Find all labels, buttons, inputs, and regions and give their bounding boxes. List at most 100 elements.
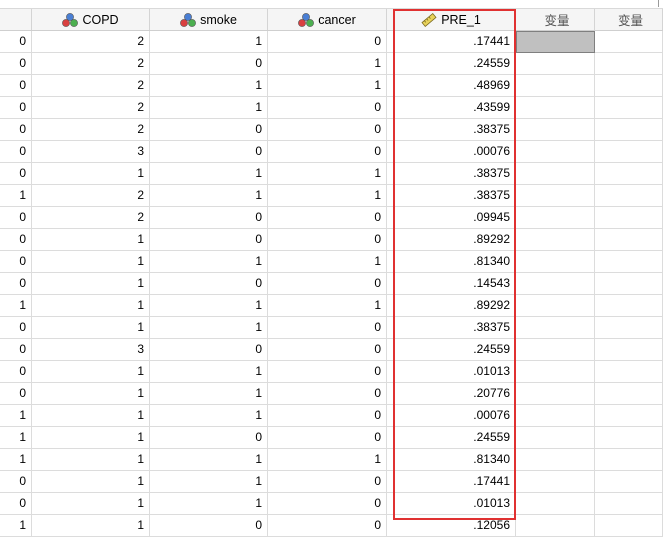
data-cell[interactable] — [595, 493, 663, 515]
data-cell[interactable]: 1 — [150, 295, 268, 317]
data-cell[interactable] — [595, 207, 663, 229]
data-cell[interactable]: 0 — [268, 471, 387, 493]
data-cell[interactable] — [516, 251, 595, 273]
data-cell[interactable] — [516, 449, 595, 471]
data-cell[interactable]: 0 — [150, 119, 268, 141]
data-cell[interactable]: .17441 — [387, 31, 516, 53]
data-cell[interactable]: 0 — [268, 383, 387, 405]
data-cell[interactable]: 1 — [150, 185, 268, 207]
data-cell[interactable]: 0 — [268, 229, 387, 251]
data-cell[interactable] — [595, 185, 663, 207]
data-cell[interactable]: .24559 — [387, 339, 516, 361]
row-number-header[interactable] — [0, 9, 32, 30]
data-cell[interactable]: 1 — [150, 383, 268, 405]
data-cell[interactable]: 0 — [268, 273, 387, 295]
data-cell[interactable]: 1 — [32, 383, 150, 405]
data-cell[interactable]: 1 — [268, 295, 387, 317]
data-cell[interactable]: 2 — [32, 53, 150, 75]
data-cell[interactable]: 0 — [268, 141, 387, 163]
data-cell[interactable]: 0 — [0, 317, 32, 339]
data-cell[interactable]: 1 — [150, 471, 268, 493]
data-cell[interactable]: 0 — [0, 339, 32, 361]
data-cell[interactable] — [595, 229, 663, 251]
data-cell[interactable]: 1 — [32, 405, 150, 427]
data-cell[interactable]: 0 — [150, 53, 268, 75]
data-cell[interactable]: 0 — [268, 97, 387, 119]
data-cell[interactable]: .24559 — [387, 53, 516, 75]
data-cell[interactable]: 0 — [268, 339, 387, 361]
data-cell[interactable]: 1 — [32, 229, 150, 251]
data-cell[interactable]: .89292 — [387, 295, 516, 317]
data-cell[interactable]: 2 — [32, 97, 150, 119]
data-cell[interactable]: .01013 — [387, 361, 516, 383]
data-cell[interactable] — [516, 515, 595, 537]
data-cell[interactable] — [595, 163, 663, 185]
data-cell[interactable] — [595, 339, 663, 361]
data-cell[interactable]: .38375 — [387, 119, 516, 141]
data-cell[interactable]: 1 — [32, 427, 150, 449]
data-cell[interactable]: 1 — [32, 251, 150, 273]
data-cell[interactable]: .81340 — [387, 449, 516, 471]
data-cell[interactable]: 2 — [32, 185, 150, 207]
data-cell[interactable] — [595, 97, 663, 119]
data-cell[interactable]: 1 — [0, 449, 32, 471]
selected-cell[interactable] — [516, 31, 595, 53]
column-header-1[interactable]: COPD — [32, 9, 150, 30]
data-cell[interactable]: 1 — [32, 515, 150, 537]
data-cell[interactable]: 1 — [32, 273, 150, 295]
data-cell[interactable]: .17441 — [387, 471, 516, 493]
data-cell[interactable]: 1 — [150, 449, 268, 471]
data-cell[interactable]: 0 — [0, 493, 32, 515]
data-cell[interactable]: 1 — [0, 405, 32, 427]
data-cell[interactable]: .81340 — [387, 251, 516, 273]
data-cell[interactable] — [595, 449, 663, 471]
data-cell[interactable]: 0 — [0, 163, 32, 185]
data-cell[interactable]: 0 — [268, 405, 387, 427]
data-cell[interactable]: 1 — [32, 317, 150, 339]
data-cell[interactable]: 2 — [32, 31, 150, 53]
data-cell[interactable]: 0 — [268, 515, 387, 537]
column-header-3[interactable]: cancer — [268, 9, 387, 30]
data-cell[interactable]: .20776 — [387, 383, 516, 405]
data-cell[interactable] — [516, 295, 595, 317]
data-cell[interactable] — [516, 471, 595, 493]
data-cell[interactable] — [595, 405, 663, 427]
data-cell[interactable] — [595, 427, 663, 449]
data-cell[interactable]: 0 — [0, 31, 32, 53]
data-cell[interactable]: 0 — [268, 317, 387, 339]
data-cell[interactable]: 1 — [32, 295, 150, 317]
data-cell[interactable] — [516, 317, 595, 339]
data-cell[interactable]: 0 — [268, 427, 387, 449]
data-cell[interactable] — [516, 229, 595, 251]
data-cell[interactable] — [595, 53, 663, 75]
data-cell[interactable]: 0 — [150, 339, 268, 361]
data-cell[interactable]: 3 — [32, 141, 150, 163]
data-cell[interactable]: 2 — [32, 75, 150, 97]
data-cell[interactable]: 0 — [0, 53, 32, 75]
data-cell[interactable] — [595, 141, 663, 163]
data-cell[interactable] — [516, 273, 595, 295]
data-cell[interactable]: 0 — [0, 361, 32, 383]
data-cell[interactable] — [516, 207, 595, 229]
data-cell[interactable] — [516, 427, 595, 449]
data-cell[interactable] — [595, 295, 663, 317]
data-cell[interactable]: 0 — [0, 119, 32, 141]
data-cell[interactable] — [595, 273, 663, 295]
data-cell[interactable]: 0 — [0, 207, 32, 229]
data-cell[interactable]: .09945 — [387, 207, 516, 229]
data-cell[interactable]: 1 — [150, 97, 268, 119]
data-cell[interactable] — [516, 361, 595, 383]
data-cell[interactable]: .38375 — [387, 185, 516, 207]
data-cell[interactable]: 1 — [268, 75, 387, 97]
data-cell[interactable]: .48969 — [387, 75, 516, 97]
data-cell[interactable]: .43599 — [387, 97, 516, 119]
data-cell[interactable] — [516, 53, 595, 75]
data-cell[interactable] — [595, 119, 663, 141]
data-cell[interactable]: 1 — [0, 185, 32, 207]
data-cell[interactable] — [516, 185, 595, 207]
data-cell[interactable]: 1 — [150, 251, 268, 273]
data-cell[interactable]: 0 — [0, 75, 32, 97]
data-cell[interactable]: 1 — [268, 251, 387, 273]
data-cell[interactable]: .38375 — [387, 163, 516, 185]
data-cell[interactable]: 0 — [0, 383, 32, 405]
